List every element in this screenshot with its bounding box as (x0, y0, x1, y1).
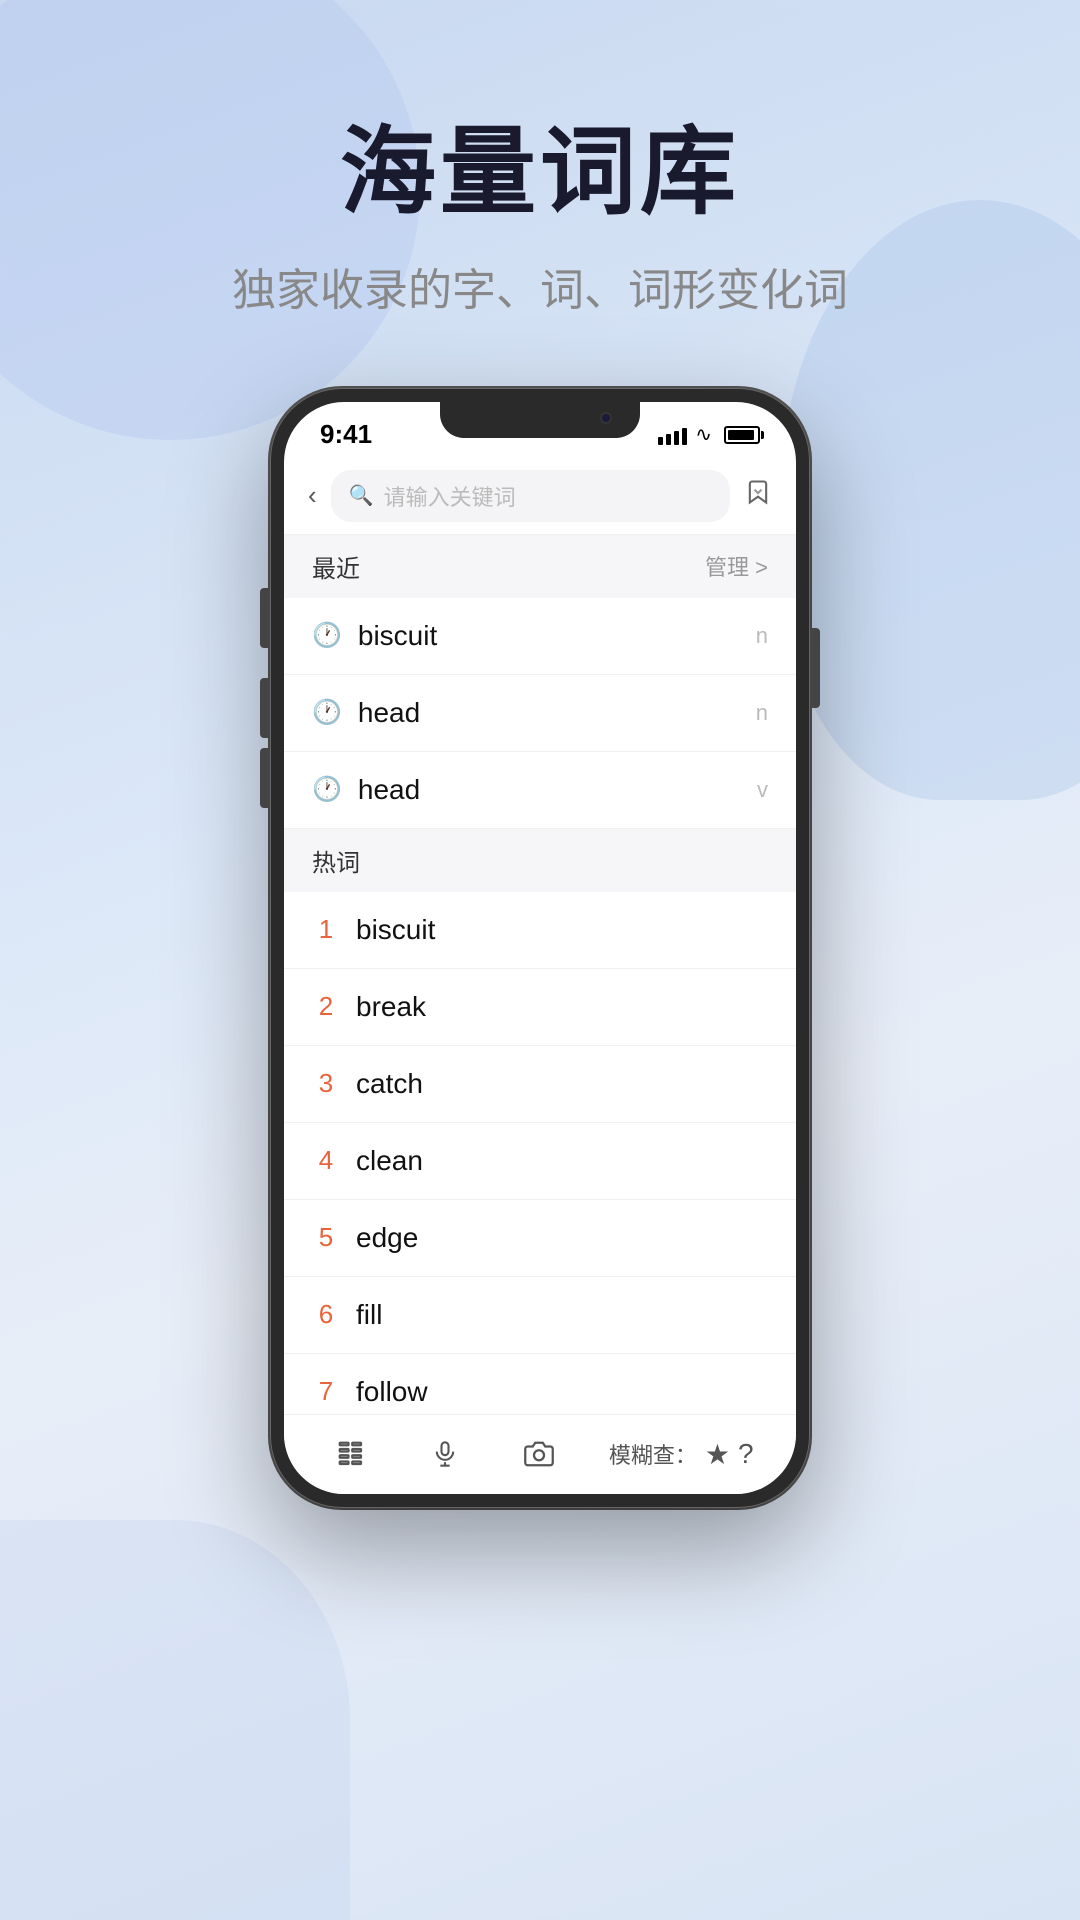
recent-item-head-v[interactable]: 🕐 head v (284, 752, 796, 829)
content-list: 最近 管理 > 🕐 biscuit n 🕐 head n (284, 535, 796, 1414)
hot-section-title: 热词 (312, 843, 360, 878)
recent-tag-2: n (756, 700, 768, 726)
hot-word-5: edge (356, 1222, 768, 1254)
grid-button[interactable] (326, 1429, 376, 1479)
hot-num-6: 6 (312, 1299, 340, 1330)
camera-button[interactable] (514, 1429, 564, 1479)
phone-inner: 9:41 ∿ ‹ (284, 402, 796, 1494)
status-icons: ∿ (658, 422, 760, 447)
hot-item-2[interactable]: 2 break (284, 969, 796, 1046)
hot-num-7: 7 (312, 1376, 340, 1407)
app-content: ‹ 🔍 请输入关键词 最 (284, 458, 796, 1494)
search-placeholder: 请输入关键词 (384, 480, 516, 512)
front-camera (600, 412, 612, 424)
phone-outer: 9:41 ∿ ‹ (270, 388, 810, 1508)
recent-tag-1: n (756, 623, 768, 649)
search-box[interactable]: 🔍 请输入关键词 (331, 470, 730, 522)
hot-num-5: 5 (312, 1222, 340, 1253)
hot-item-4[interactable]: 4 clean (284, 1123, 796, 1200)
hot-word-4: clean (356, 1145, 768, 1177)
top-bar: ‹ 🔍 请输入关键词 (284, 458, 796, 535)
hot-num-3: 3 (312, 1068, 340, 1099)
hot-item-3[interactable]: 3 catch (284, 1046, 796, 1123)
hot-word-3: catch (356, 1068, 768, 1100)
clock-icon-3: 🕐 (312, 775, 342, 804)
battery-fill (728, 430, 754, 440)
recent-section-header: 最近 管理 > (284, 535, 796, 598)
main-title: 海量词库 (0, 120, 1080, 226)
phone-mockup: 9:41 ∿ ‹ (0, 388, 1080, 1508)
hot-num-2: 2 (312, 991, 340, 1022)
back-button[interactable]: ‹ (308, 480, 317, 511)
signal-bars (658, 425, 687, 445)
recent-word-1: biscuit (358, 620, 740, 652)
bookmark-button[interactable] (744, 478, 772, 513)
clock-icon-2: 🕐 (312, 698, 342, 727)
fuzzy-question-button[interactable]: ? (738, 1438, 754, 1470)
sub-title: 独家收录的字、词、词形变化词 (0, 254, 1080, 318)
hot-word-1: biscuit (356, 914, 768, 946)
hot-section-header: 热词 (284, 829, 796, 892)
fuzzy-star-button[interactable]: ★ (705, 1438, 730, 1471)
hot-item-5[interactable]: 5 edge (284, 1200, 796, 1277)
bottom-toolbar: 模糊查： ★ ? (284, 1414, 796, 1494)
battery-icon (724, 426, 760, 444)
recent-section-title: 最近 (312, 549, 360, 584)
wifi-icon: ∿ (695, 422, 712, 447)
hot-word-6: fill (356, 1299, 768, 1331)
hot-item-7[interactable]: 7 follow (284, 1354, 796, 1414)
hot-item-1[interactable]: 1 biscuit (284, 892, 796, 969)
recent-tag-3: v (757, 777, 768, 803)
hot-item-6[interactable]: 6 fill (284, 1277, 796, 1354)
header-section: 海量词库 独家收录的字、词、词形变化词 (0, 0, 1080, 318)
manage-button[interactable]: 管理 > (705, 550, 768, 582)
hot-num-4: 4 (312, 1145, 340, 1176)
fuzzy-search-section: 模糊查： ★ ? (609, 1438, 754, 1471)
hot-word-2: break (356, 991, 768, 1023)
signal-bar-3 (674, 431, 679, 445)
search-icon: 🔍 (349, 483, 374, 508)
recent-item-biscuit[interactable]: 🕐 biscuit n (284, 598, 796, 675)
signal-bar-1 (658, 437, 663, 445)
recent-word-3: head (358, 774, 741, 806)
signal-bar-2 (666, 434, 671, 445)
signal-bar-4 (682, 428, 687, 445)
fuzzy-label: 模糊查： (609, 1438, 697, 1470)
hot-word-7: follow (356, 1376, 768, 1408)
clock-icon-1: 🕐 (312, 621, 342, 650)
phone-notch (440, 402, 640, 438)
status-time: 9:41 (320, 419, 372, 450)
recent-word-2: head (358, 697, 740, 729)
recent-item-head-n[interactable]: 🕐 head n (284, 675, 796, 752)
mic-button[interactable] (421, 1430, 469, 1478)
hot-num-1: 1 (312, 914, 340, 945)
